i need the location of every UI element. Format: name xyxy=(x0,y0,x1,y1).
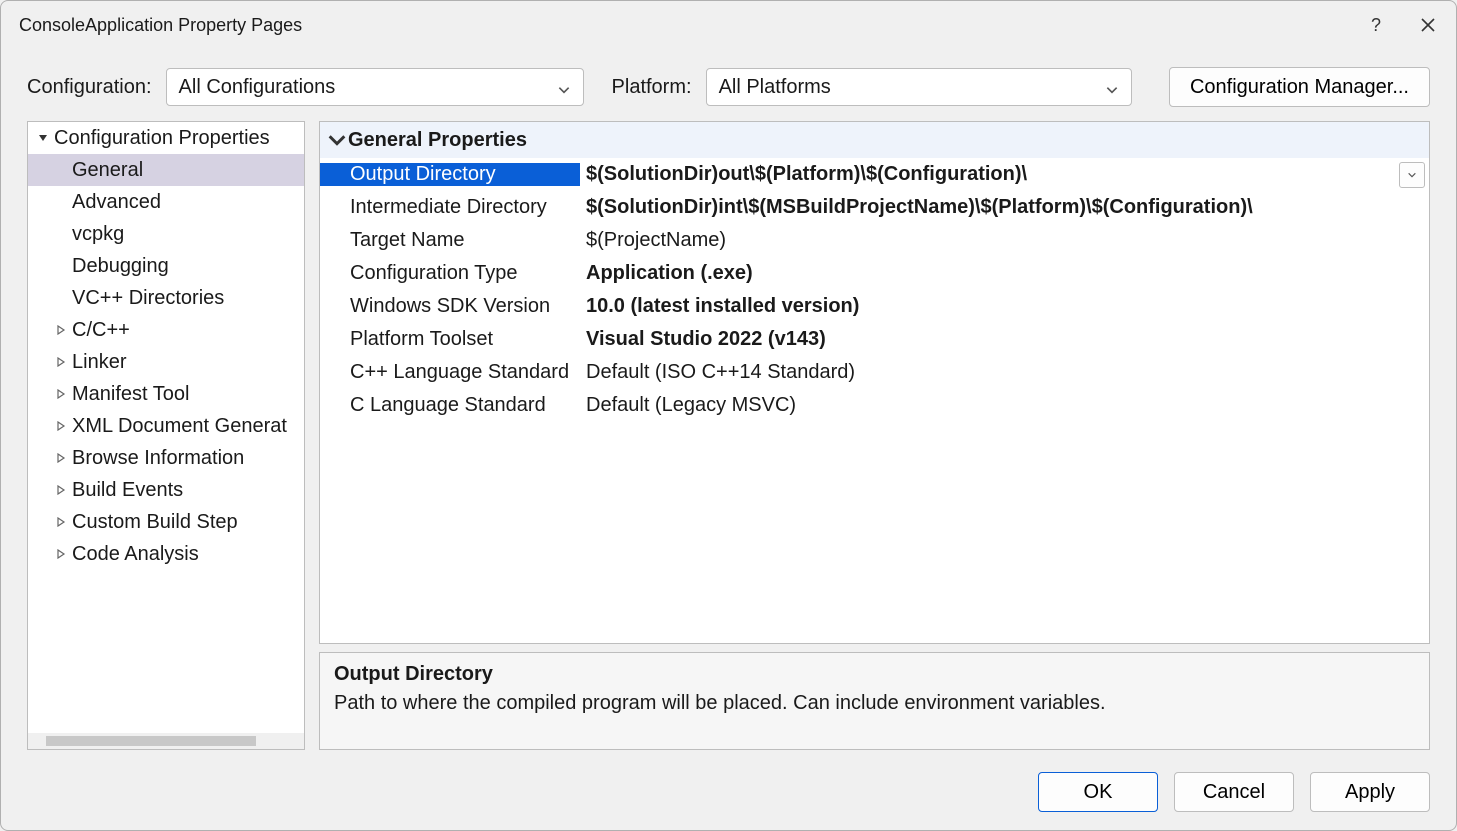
tree-item-build-events[interactable]: Build Events xyxy=(28,474,304,506)
configuration-label: Configuration: xyxy=(27,76,152,99)
tree-item-label: C/C++ xyxy=(72,319,130,342)
triangle-right-icon xyxy=(52,353,70,371)
property-row-c-language-standard[interactable]: C++ Language StandardDefault (ISO C++14 … xyxy=(320,356,1429,389)
property-value[interactable]: 10.0 (latest installed version) xyxy=(580,295,1429,318)
tree-item-advanced[interactable]: Advanced xyxy=(28,186,304,218)
toolbar: Configuration: All Configurations Platfo… xyxy=(1,49,1456,121)
grid-section-header[interactable]: General Properties xyxy=(320,122,1429,158)
triangle-right-icon xyxy=(52,385,70,403)
tree-item-label: VC++ Directories xyxy=(72,287,224,310)
tree-item-linker[interactable]: Linker xyxy=(28,346,304,378)
apply-button[interactable]: Apply xyxy=(1310,772,1430,812)
tree-root-label: Configuration Properties xyxy=(54,127,270,150)
property-label: Windows SDK Version xyxy=(320,295,580,318)
property-row-target-name[interactable]: Target Name$(ProjectName) xyxy=(320,224,1429,257)
tree-item-label: General xyxy=(72,159,143,182)
description-panel: Output Directory Path to where the compi… xyxy=(319,652,1430,750)
configuration-manager-button[interactable]: Configuration Manager... xyxy=(1169,67,1430,107)
tree-root[interactable]: Configuration Properties xyxy=(28,122,304,154)
tree-item-label: Custom Build Step xyxy=(72,511,238,534)
horizontal-scrollbar[interactable] xyxy=(28,733,304,749)
property-label: Output Directory xyxy=(320,163,580,186)
property-row-platform-toolset[interactable]: Platform ToolsetVisual Studio 2022 (v143… xyxy=(320,323,1429,356)
tree-item-label: XML Document Generat xyxy=(72,415,287,438)
property-label: Platform Toolset xyxy=(320,328,580,351)
tree-item-general[interactable]: General xyxy=(28,154,304,186)
triangle-right-icon xyxy=(52,545,70,563)
tree-item-label: Code Analysis xyxy=(72,543,199,566)
triangle-right-icon xyxy=(52,321,70,339)
property-row-output-directory[interactable]: Output Directory$(SolutionDir)out\$(Plat… xyxy=(320,158,1429,191)
close-icon[interactable] xyxy=(1416,13,1440,37)
tree-item-code-analysis[interactable]: Code Analysis xyxy=(28,538,304,570)
category-tree[interactable]: Configuration Properties General Advanced v… xyxy=(27,121,305,750)
platform-select[interactable]: All Platforms xyxy=(706,68,1132,106)
triangle-right-icon xyxy=(52,417,70,435)
platform-value: All Platforms xyxy=(719,76,831,99)
property-grid: General Properties Output Directory$(Sol… xyxy=(319,121,1430,644)
property-label: C Language Standard xyxy=(320,394,580,417)
property-row-c-language-standard[interactable]: C Language StandardDefault (Legacy MSVC) xyxy=(320,389,1429,422)
help-icon[interactable]: ? xyxy=(1364,13,1388,37)
tree-item-c-c-[interactable]: C/C++ xyxy=(28,314,304,346)
triangle-right-icon xyxy=(52,449,70,467)
ok-button[interactable]: OK xyxy=(1038,772,1158,812)
tree-item-vcpkg[interactable]: vcpkg xyxy=(28,218,304,250)
tree-item-custom-build-step[interactable]: Custom Build Step xyxy=(28,506,304,538)
configuration-select[interactable]: All Configurations xyxy=(166,68,584,106)
property-value[interactable]: $(ProjectName) xyxy=(580,229,1429,252)
chevron-down-icon xyxy=(557,80,571,94)
property-value-dropdown[interactable] xyxy=(1399,162,1425,188)
grid-section-title: General Properties xyxy=(348,129,527,152)
tree-item-debugging[interactable]: Debugging xyxy=(28,250,304,282)
property-value[interactable]: Application (.exe) xyxy=(580,262,1429,285)
property-value[interactable]: $(SolutionDir)out\$(Platform)\$(Configur… xyxy=(580,163,1399,186)
tree-item-xml-document-generat[interactable]: XML Document Generat xyxy=(28,410,304,442)
property-value[interactable]: Visual Studio 2022 (v143) xyxy=(580,328,1429,351)
tree-item-label: Debugging xyxy=(72,255,169,278)
tree-item-label: vcpkg xyxy=(72,223,124,246)
description-title: Output Directory xyxy=(334,663,1415,686)
property-label: Configuration Type xyxy=(320,262,580,285)
configuration-value: All Configurations xyxy=(179,76,336,99)
property-value[interactable]: Default (Legacy MSVC) xyxy=(580,394,1429,417)
chevron-down-icon xyxy=(326,129,348,151)
window-title: ConsoleApplication Property Pages xyxy=(19,15,1364,36)
tree-item-manifest-tool[interactable]: Manifest Tool xyxy=(28,378,304,410)
tree-item-vc-directories[interactable]: VC++ Directories xyxy=(28,282,304,314)
property-pages-dialog: ConsoleApplication Property Pages ? Conf… xyxy=(0,0,1457,831)
tree-item-label: Browse Information xyxy=(72,447,244,470)
triangle-right-icon xyxy=(52,481,70,499)
description-text: Path to where the compiled program will … xyxy=(334,692,1415,715)
tree-item-label: Linker xyxy=(72,351,126,374)
property-label: Target Name xyxy=(320,229,580,252)
property-label: Intermediate Directory xyxy=(320,196,580,219)
property-row-windows-sdk-version[interactable]: Windows SDK Version10.0 (latest installe… xyxy=(320,290,1429,323)
footer: OK Cancel Apply xyxy=(1,762,1456,830)
property-row-intermediate-directory[interactable]: Intermediate Directory$(SolutionDir)int\… xyxy=(320,191,1429,224)
property-value[interactable]: Default (ISO C++14 Standard) xyxy=(580,361,1429,384)
property-label: C++ Language Standard xyxy=(320,361,580,384)
tree-item-label: Manifest Tool xyxy=(72,383,189,406)
chevron-down-icon xyxy=(1105,80,1119,94)
property-row-configuration-type[interactable]: Configuration TypeApplication (.exe) xyxy=(320,257,1429,290)
triangle-right-icon xyxy=(52,513,70,531)
platform-label: Platform: xyxy=(612,76,692,99)
tree-item-label: Advanced xyxy=(72,191,161,214)
cancel-button[interactable]: Cancel xyxy=(1174,772,1294,812)
tree-item-browse-information[interactable]: Browse Information xyxy=(28,442,304,474)
triangle-down-icon xyxy=(34,129,52,147)
tree-item-label: Build Events xyxy=(72,479,183,502)
titlebar: ConsoleApplication Property Pages ? xyxy=(1,1,1456,49)
property-value[interactable]: $(SolutionDir)int\$(MSBuildProjectName)\… xyxy=(580,196,1429,219)
